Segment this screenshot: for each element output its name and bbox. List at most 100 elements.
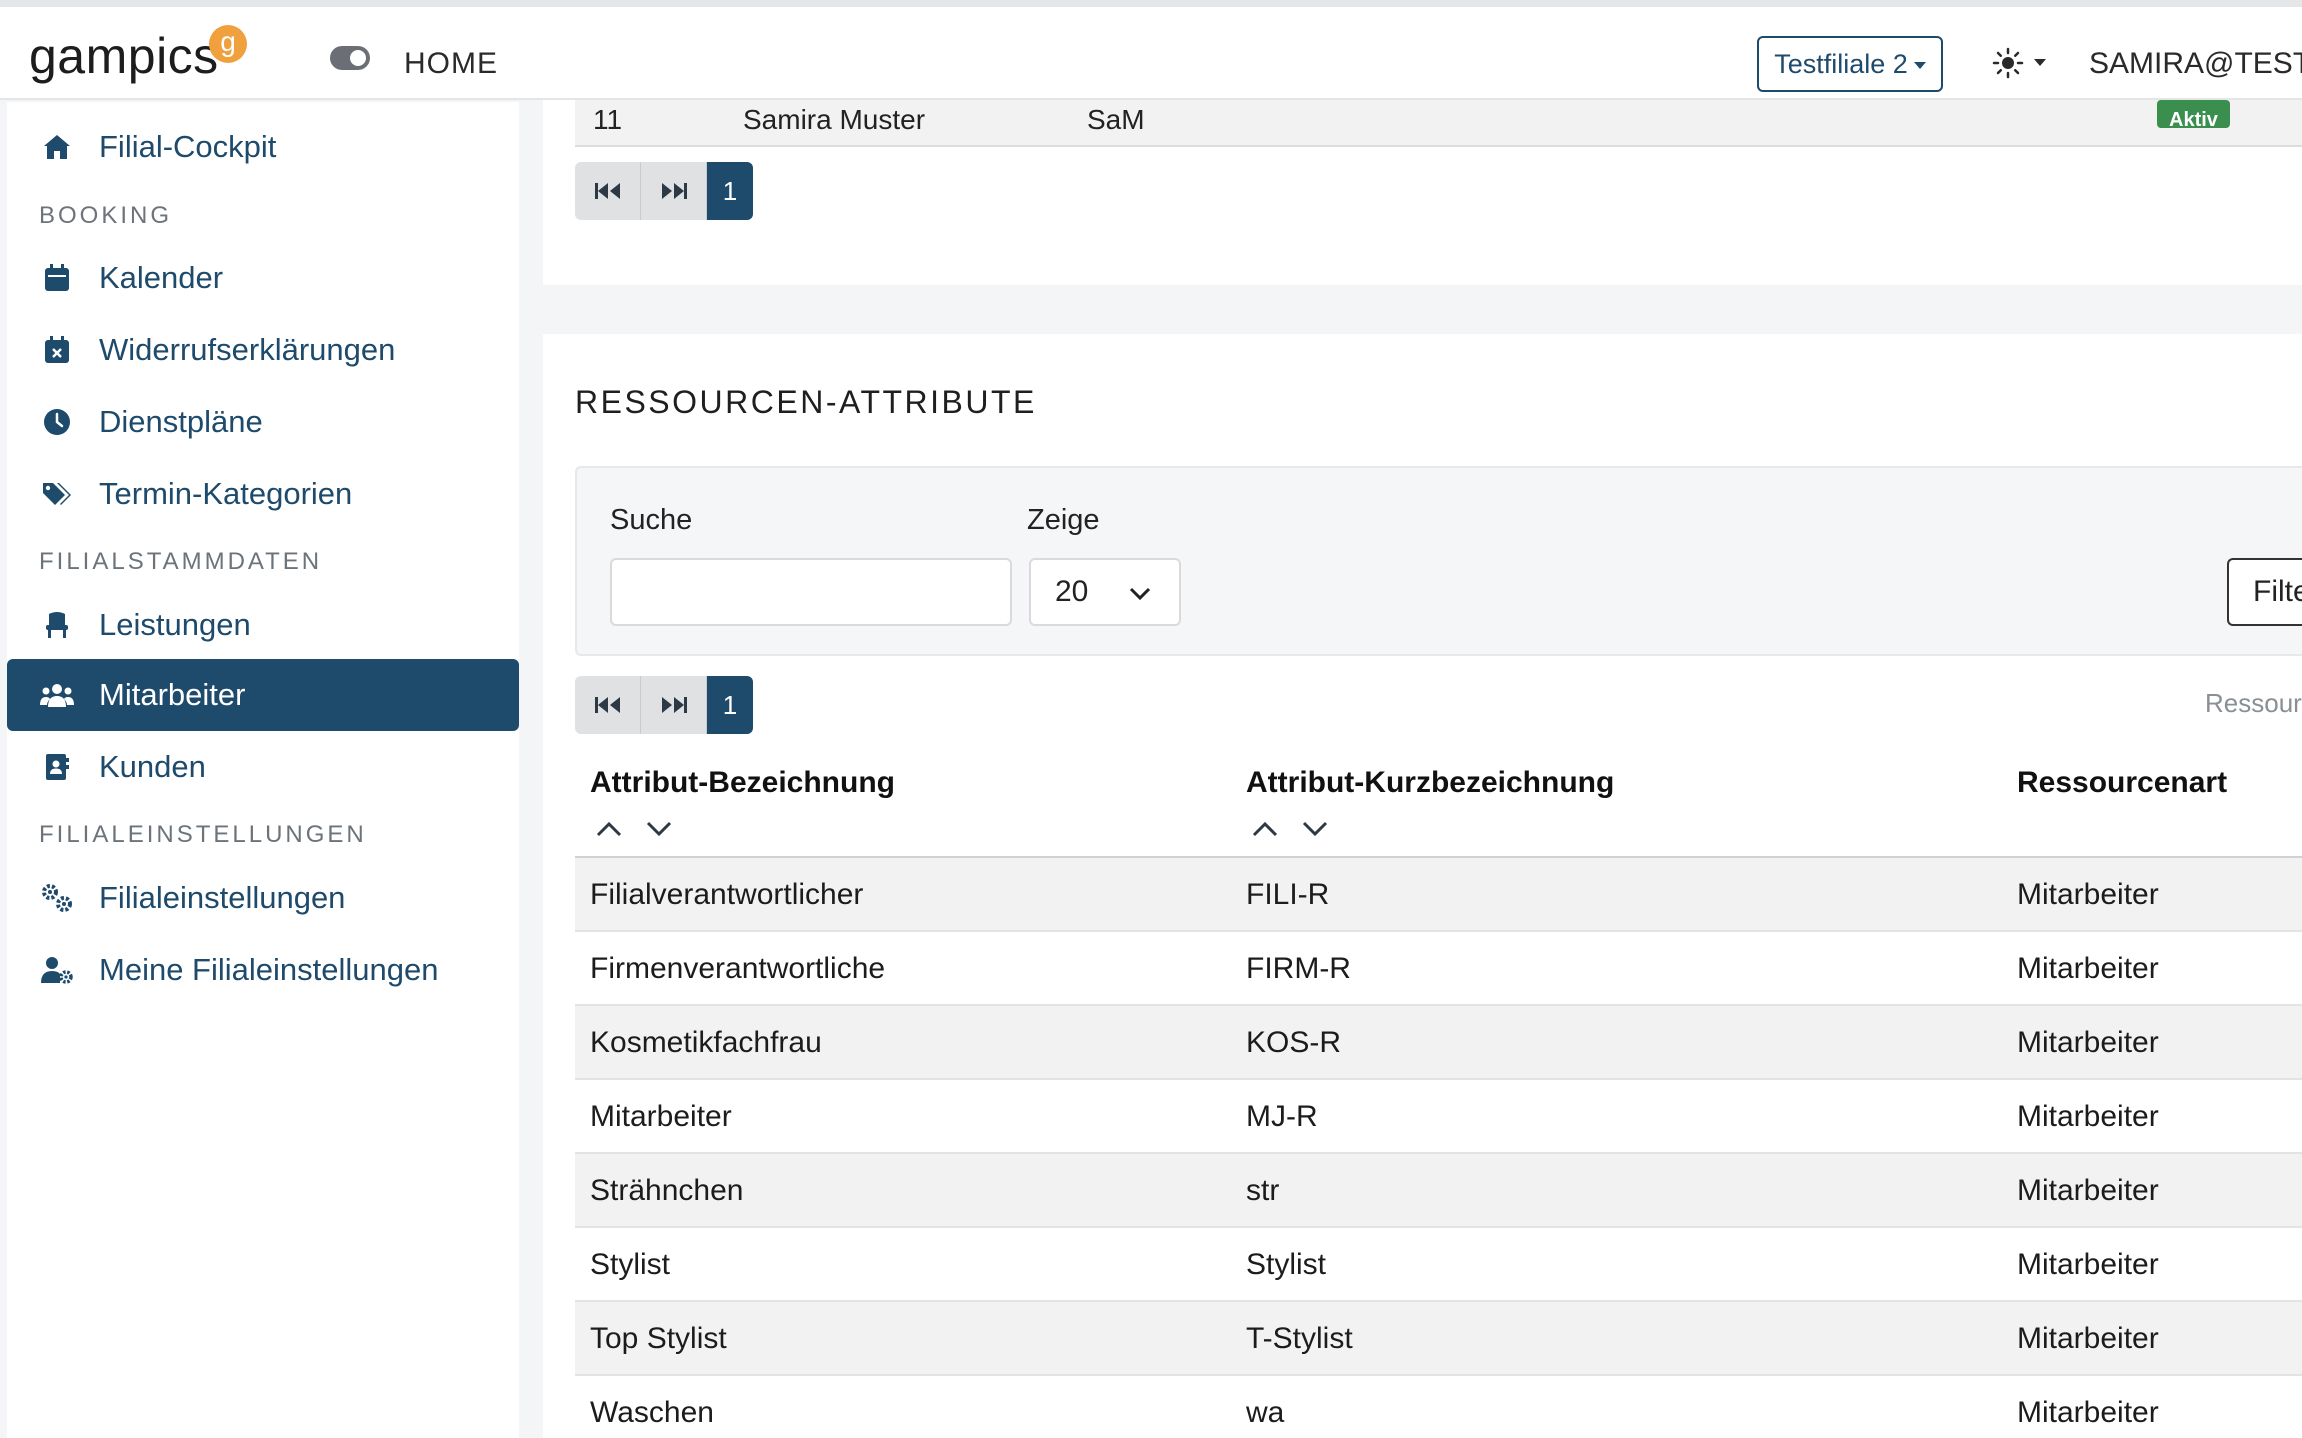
gears-icon <box>39 880 75 916</box>
cell-name: Samira Muster <box>743 104 926 135</box>
sidebar-item-label: Kalender <box>99 260 224 295</box>
page-1-button[interactable]: 1 <box>707 676 753 734</box>
cell-type: Mitarbeiter <box>2017 1322 2159 1355</box>
sidebar-item-kunden[interactable]: Kunden <box>7 731 519 803</box>
table-header: Attribut-Bezeichnung Attribut-Kurzbezeic… <box>575 756 2302 858</box>
cell-type: Mitarbeiter <box>2017 1248 2159 1281</box>
sort-desc-icon[interactable] <box>645 820 673 838</box>
sidebar-item-filialeinstellungen[interactable]: Filialeinstellungen <box>7 862 519 934</box>
sidebar-item-filial-cockpit[interactable]: Filial-Cockpit <box>7 111 519 183</box>
table-row[interactable]: Stylist Stylist Mitarbeiter <box>575 1228 2302 1302</box>
cell-type: Mitarbeiter <box>2017 1100 2159 1133</box>
contact-book-icon <box>39 749 75 785</box>
sidebar-item-termin-kategorien[interactable]: Termin-Kategorien <box>7 458 519 530</box>
forward-icon <box>661 697 687 713</box>
first-page-button[interactable] <box>575 676 641 734</box>
table-row[interactable]: Top Stylist T-Stylist Mitarbeiter <box>575 1302 2302 1376</box>
cell-short: Stylist <box>1246 1248 1327 1281</box>
chair-icon <box>39 607 75 643</box>
cell-short: wa <box>1246 1396 1285 1429</box>
column-header-bezeichnung[interactable]: Attribut-Bezeichnung <box>590 766 895 800</box>
search-input[interactable] <box>610 558 1012 626</box>
first-page-button[interactable] <box>575 162 641 220</box>
column-header-ressourcenart[interactable]: Ressourcenart <box>2017 766 2227 800</box>
users-icon <box>39 677 75 713</box>
cell-type: Mitarbeiter <box>2017 1396 2159 1429</box>
cell-name: Filialverantwortlicher <box>590 878 864 911</box>
calendar-icon <box>39 260 75 296</box>
sidebar-item-widerrufserklaerungen[interactable]: Widerrufserklärungen <box>7 314 519 386</box>
table-row[interactable]: Kosmetikfachfrau KOS-R Mitarbeiter <box>575 1006 2302 1080</box>
cell-name: Kosmetikfachfrau <box>590 1026 822 1059</box>
sort-desc-icon[interactable] <box>1301 820 1329 838</box>
table-row[interactable]: 11 Samira Muster SaM Aktiv <box>575 100 2302 147</box>
home-link[interactable]: HOME <box>404 47 498 81</box>
section-filialeinstellungen: FILIALEINSTELLUNGEN <box>39 821 367 848</box>
sidebar-item-kalender[interactable]: Kalender <box>7 242 519 314</box>
sidebar-item-label: Leistungen <box>99 607 251 642</box>
status-badge: Aktiv <box>2157 100 2230 131</box>
user-gear-icon <box>39 952 75 988</box>
chevron-down-icon <box>1129 587 1151 601</box>
sidebar-item-label: Mitarbeiter <box>99 677 246 712</box>
cell-type: Mitarbeiter <box>2017 1174 2159 1207</box>
branch-selector-button[interactable]: Testfiliale 2 <box>1757 36 1943 92</box>
table-row[interactable]: Firmenverantwortliche FIRM-R Mitarbeiter <box>575 932 2302 1006</box>
section-booking: BOOKING <box>39 202 173 229</box>
sidebar-item-label: Filial-Cockpit <box>99 129 277 164</box>
column-header-kurzbezeichnung[interactable]: Attribut-Kurzbezeichnung <box>1246 766 1614 800</box>
employees-card: 11 Samira Muster SaM Aktiv 1 <box>543 100 2302 285</box>
theme-toggle[interactable] <box>1992 45 2052 81</box>
sun-icon <box>1992 47 2024 79</box>
cell-short: KOS-R <box>1246 1026 1342 1059</box>
logo[interactable]: gampics g <box>29 21 247 91</box>
cell-name: Firmenverantwortliche <box>590 952 886 985</box>
cell-short: MJ-R <box>1246 1100 1318 1133</box>
resource-attributes-card: RESSOURCEN-ATTRIBUTE Suche Zeige 20 Filt… <box>543 334 2302 1438</box>
sidebar-toggle[interactable] <box>330 46 370 70</box>
logo-badge: g <box>209 25 247 63</box>
sidebar-item-label: Meine Filialeinstellungen <box>99 952 439 987</box>
table-row[interactable]: Mitarbeiter MJ-R Mitarbeiter <box>575 1080 2302 1154</box>
chevron-down-icon <box>1913 62 1926 70</box>
page-1-button[interactable]: 1 <box>707 162 753 220</box>
cell-short: FIRM-R <box>1246 952 1351 985</box>
sidebar-item-meine-filialeinstellungen[interactable]: Meine Filialeinstellungen <box>7 934 519 1006</box>
cell-type: Mitarbeiter <box>2017 952 2159 985</box>
cell-name: Top Stylist <box>590 1322 727 1355</box>
table-row[interactable]: Filialverantwortlicher FILI-R Mitarbeite… <box>575 858 2302 932</box>
logo-text: gampics <box>29 28 219 84</box>
section-title: RESSOURCEN-ATTRIBUTE <box>575 384 1037 420</box>
sort-asc-icon[interactable] <box>1251 820 1279 838</box>
page-size-select[interactable]: 20 <box>1029 558 1181 626</box>
sort-controls <box>595 820 673 838</box>
filter-button[interactable]: Filter <box>2227 558 2302 626</box>
clock-icon <box>39 404 75 440</box>
user-menu[interactable]: SAMIRA@TEST.G <box>2089 47 2302 81</box>
pagination: 1 <box>575 676 753 734</box>
cell-short: str <box>1246 1174 1280 1207</box>
section-filialstammdaten: FILIALSTAMMDATEN <box>39 548 323 575</box>
cell-short: T-Stylist <box>1246 1322 1353 1355</box>
table-row[interactable]: Waschen wa Mitarbeiter <box>575 1376 2302 1438</box>
sort-asc-icon[interactable] <box>595 820 623 838</box>
cell-name: Waschen <box>590 1396 714 1429</box>
last-page-button[interactable] <box>641 676 707 734</box>
cell-short: SaM <box>1087 104 1145 135</box>
sidebar-item-label: Widerrufserklärungen <box>99 332 396 367</box>
sidebar-item-dienstplaene[interactable]: Dienstpläne <box>7 386 519 458</box>
chevron-down-icon <box>2034 59 2046 66</box>
resource-type-label: Ressour <box>2205 688 2302 718</box>
search-label: Suche <box>610 504 693 536</box>
sidebar-item-mitarbeiter[interactable]: Mitarbeiter <box>7 659 519 731</box>
cell-number: 11 <box>593 104 623 135</box>
tags-icon <box>39 476 75 512</box>
cell-name: Stylist <box>590 1248 671 1281</box>
cell-name: Mitarbeiter <box>590 1100 732 1133</box>
top-edge <box>0 0 2302 7</box>
last-page-button[interactable] <box>641 162 707 220</box>
page-size-value: 20 <box>1055 575 1089 608</box>
table-row[interactable]: Strähnchen str Mitarbeiter <box>575 1154 2302 1228</box>
sidebar-item-leistungen[interactable]: Leistungen <box>7 589 519 661</box>
home-icon <box>39 129 75 165</box>
